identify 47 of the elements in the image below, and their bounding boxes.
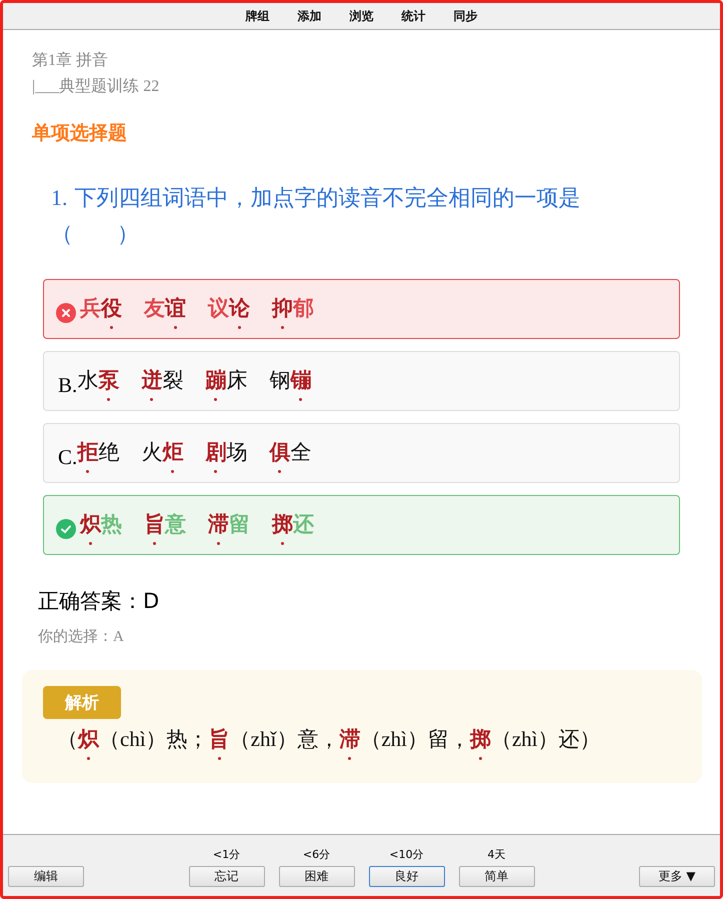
option-word: 兵役 — [80, 296, 122, 330]
option-letter: C. — [58, 444, 78, 470]
nav-link[interactable]: 添加 — [298, 8, 322, 24]
option-word: 掷还 — [272, 512, 314, 546]
option-letter: B. — [58, 372, 78, 398]
edit-button[interactable]: 编辑 — [8, 866, 84, 887]
option-word: 蹦床 — [205, 368, 248, 402]
interval-label: <10分 — [389, 847, 424, 862]
answer-option[interactable]: 兵役 友谊 议论 抑郁 — [43, 279, 680, 339]
answer-option[interactable]: B.水泵 迸裂 蹦床 钢镚 — [43, 351, 680, 411]
nav-link[interactable]: 浏览 — [350, 8, 374, 24]
nav-link[interactable]: 同步 — [454, 8, 478, 24]
option-word: 火炬 — [141, 440, 184, 474]
option-word: 议论 — [208, 296, 250, 330]
correct-answer: 正确答案：D — [38, 588, 160, 615]
option-word: 炽热 — [80, 512, 122, 546]
nav-link[interactable]: 统计 — [402, 8, 426, 24]
answer-button[interactable]: 忘记 — [188, 866, 264, 887]
your-choice: 你的选择：A — [38, 628, 125, 646]
interval-label: <1分 — [212, 847, 240, 862]
answer-button[interactable]: 良好 — [368, 866, 444, 887]
option-word: 滞留 — [208, 512, 250, 546]
question-text: 1. 下列四组词语中，加点字的读音不完全相同的一项是（ ） — [51, 184, 582, 249]
check-icon — [56, 519, 76, 539]
answer-option[interactable]: C.拒绝 火炬 剧场 俱全 — [43, 423, 680, 483]
option-word: 抑郁 — [272, 296, 314, 330]
option-word: 剧场 — [205, 440, 248, 474]
answer-button[interactable]: 困难 — [278, 866, 354, 887]
option-word: 友谊 — [144, 296, 186, 330]
nav-link[interactable]: 牌组 — [246, 8, 270, 24]
option-word: 迸裂 — [141, 368, 184, 402]
option-word: 俱全 — [269, 440, 312, 474]
option-word: 旨意 — [144, 512, 186, 546]
answer-button[interactable]: 简单 — [458, 866, 534, 887]
explanation-badge: 解析 — [43, 686, 121, 719]
section-title: |___典型题训练 22 — [32, 76, 160, 97]
interval-label: <6分 — [302, 847, 330, 862]
more-button[interactable]: 更多 ▼ — [639, 866, 715, 887]
answer-option[interactable]: 炽热 旨意 滞留 掷还 — [43, 495, 680, 555]
option-word: 水泵 — [77, 368, 120, 402]
chapter-title: 第1章 拼音 — [32, 50, 109, 71]
option-word: 拒绝 — [77, 440, 120, 474]
option-word: 钢镚 — [269, 368, 312, 402]
interval-label: 4天 — [488, 847, 506, 862]
wrong-icon — [56, 303, 76, 323]
question-type-heading: 单项选择题 — [32, 121, 128, 146]
explanation-text: （炽（chì）热；旨（zhǐ）意，滞（zhì）留，掷（zhì）还） — [57, 727, 682, 762]
